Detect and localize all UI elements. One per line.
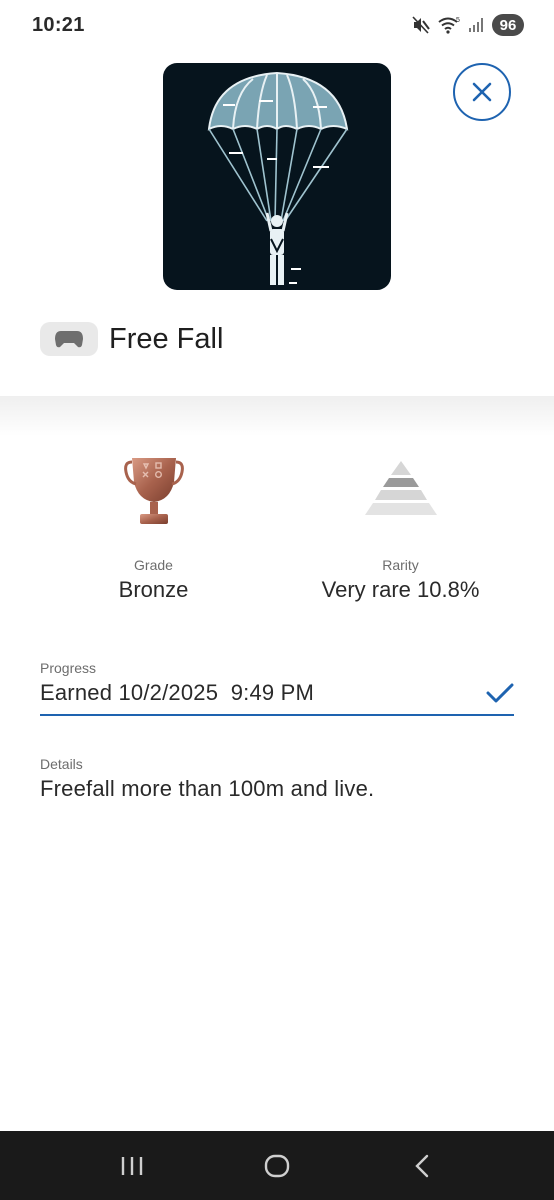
recent-apps-icon	[122, 1156, 143, 1175]
wifi-icon: 5	[438, 17, 460, 34]
progress-value: Earned 10/2/2025 9:49 PM	[40, 680, 315, 705]
status-time: 10:21	[32, 13, 85, 36]
back-button[interactable]	[392, 1141, 452, 1191]
rarity-stat: Rarity Very rare 10.8%	[262, 440, 539, 603]
home-button[interactable]	[247, 1141, 307, 1191]
close-button[interactable]	[453, 63, 511, 121]
signal-icon	[469, 18, 483, 32]
progress-row: Earned 10/2/2025 9:49 PM	[40, 680, 514, 716]
rarity-pyramid-icon	[364, 461, 437, 515]
trophy-image	[163, 63, 391, 290]
section-divider	[0, 396, 554, 436]
status-bar: 10:21 5 96	[0, 0, 554, 50]
grade-stat: Grade Bronze	[15, 440, 292, 603]
details-value: Freefall more than 100m and live.	[40, 776, 375, 801]
trophy-stats: Grade Bronze Rarity Very rare 10.8%	[0, 440, 554, 610]
grade-value: Bronze	[118, 577, 189, 602]
bronze-trophy-icon	[123, 458, 184, 524]
details-field: Details Freefall more than 100m and live…	[40, 756, 514, 802]
mute-icon	[412, 16, 430, 34]
battery-indicator: 96	[492, 14, 524, 36]
trophy-name: Free Fall	[109, 322, 224, 355]
checkmark-icon	[486, 683, 514, 703]
details-label: Details	[40, 756, 83, 772]
progress-field: Progress Earned 10/2/2025 9:49 PM	[40, 660, 514, 716]
platform-chip	[40, 322, 98, 356]
progress-label: Progress	[40, 660, 97, 676]
gamepad-icon	[55, 331, 83, 348]
system-nav-bar	[0, 1131, 554, 1200]
recent-apps-button[interactable]	[102, 1141, 162, 1191]
home-icon	[264, 1154, 290, 1177]
status-icons: 5 96	[412, 14, 524, 36]
parachute-trophy-art	[207, 71, 349, 285]
grade-label: Grade	[134, 557, 173, 573]
trophy-title-row: Free Fall	[40, 322, 223, 356]
close-icon	[472, 82, 492, 102]
rarity-value: Very rare 10.8%	[321, 577, 480, 602]
rarity-label: Rarity	[382, 557, 419, 573]
back-icon	[414, 1154, 428, 1177]
svg-text:5: 5	[456, 17, 460, 24]
trophy-header: Free Fall	[0, 50, 554, 396]
